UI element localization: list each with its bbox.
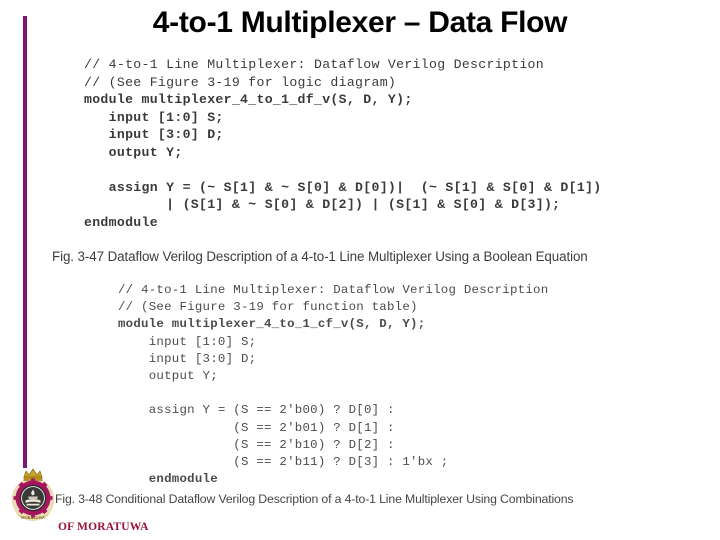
code-boolean-line: input [3:0] D; — [84, 127, 224, 142]
code-conditional-line: // 4-to-1 Line Multiplexer: Dataflow Ver… — [118, 283, 549, 297]
page-title: 4-to-1 Multiplexer – Data Flow — [152, 6, 568, 39]
code-conditional-line: (S == 2'b10) ? D[2] : — [118, 437, 395, 452]
figure-caption-3-47: Fig. 3-47 Dataflow Verilog Description o… — [52, 249, 588, 264]
code-boolean-line: endmodule — [84, 214, 158, 230]
svg-text:MORATUWA: MORATUWA — [21, 515, 45, 520]
slide-title-bar: 4-to-1 Multiplexer – Data Flow — [0, 2, 720, 46]
code-boolean-line: | (S[1] & ~ S[0] & D[2]) | (S[1] & S[0] … — [84, 197, 561, 212]
code-boolean-line — [84, 161, 601, 179]
code-conditional-line: input [1:0] S; — [118, 334, 257, 349]
slide-canvas: 4-to-1 Multiplexer – Data Flow // 4-to-1… — [0, 0, 720, 540]
code-conditional-line: // (See Figure 3-19 for function table) — [118, 300, 418, 315]
code-conditional-line: (S == 2'b01) ? D[1] : — [118, 420, 395, 435]
code-boolean-line: assign Y = (~ S[1] & ~ S[0] & D[0])| (~ … — [84, 179, 602, 195]
code-block-dataflow-conditional: // 4-to-1 Line Multiplexer: Dataflow Ver… — [118, 282, 548, 488]
code-conditional-line: output Y; — [118, 369, 218, 384]
code-boolean-line: input [1:0] S; — [84, 109, 224, 125]
code-conditional-line — [118, 385, 548, 402]
code-boolean-line: // (See Figure 3-19 for logic diagram) — [84, 74, 397, 90]
figure-caption-3-48: Fig. 3-48 Conditional Dataflow Verilog D… — [55, 492, 574, 506]
code-boolean-line: // 4-to-1 Line Multiplexer: Dataflow Ver… — [84, 57, 544, 72]
accent-vertical-rule — [23, 16, 27, 468]
university-crest-icon: MORATUWA — [6, 467, 60, 523]
footer-organization-label: OF MORATUWA — [58, 521, 149, 533]
code-boolean-line: output Y; — [84, 144, 183, 160]
code-conditional-line: module multiplexer_4_to_1_cf_v(S, D, Y); — [118, 317, 426, 332]
code-block-dataflow-boolean: // 4-to-1 Line Multiplexer: Dataflow Ver… — [84, 56, 601, 231]
code-conditional-line: (S == 2'b11) ? D[3] : 1'bx ; — [118, 455, 449, 470]
code-conditional-line: assign Y = (S == 2'b00) ? D[0] : — [118, 403, 395, 418]
code-conditional-line: input [3:0] D; — [118, 351, 257, 366]
code-boolean-line: module multiplexer_4_to_1_df_v(S, D, Y); — [84, 92, 413, 107]
code-conditional-line: endmodule — [118, 472, 218, 487]
